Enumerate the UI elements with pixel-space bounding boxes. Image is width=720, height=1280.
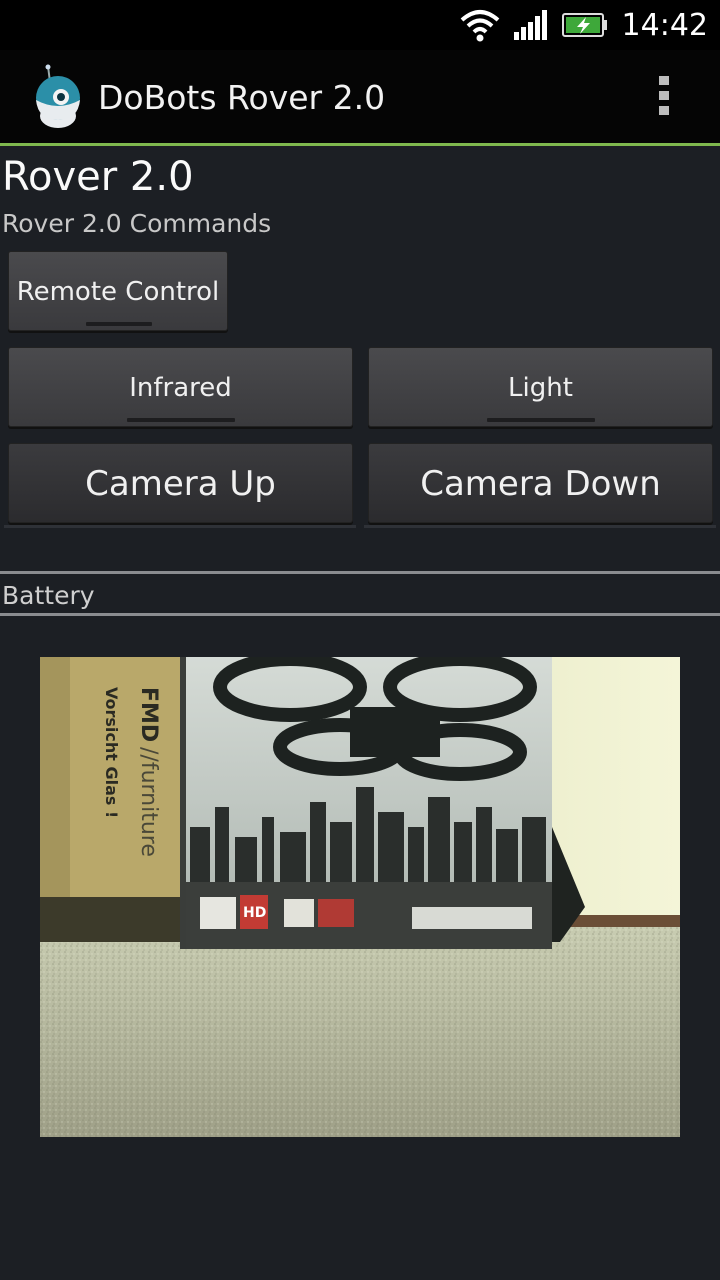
wifi-icon [460, 10, 499, 42]
page-title: Rover 2.0 [2, 154, 194, 200]
infrared-label: Infrared [129, 373, 232, 403]
camera-feed: FMD //furniture Vorsicht Glas ! HD [40, 657, 680, 1137]
page-subtitle: Rover 2.0 Commands [2, 209, 272, 238]
camera-image: FMD //furniture Vorsicht Glas ! HD [40, 657, 680, 1137]
light-toggle[interactable]: Light [368, 347, 713, 427]
overflow-menu-icon[interactable] [654, 76, 674, 120]
action-bar: DoBots Rover 2.0 [0, 50, 720, 146]
remote-control-toggle[interactable]: Remote Control [8, 251, 228, 331]
divider-bottom [0, 613, 720, 616]
infrared-toggle[interactable]: Infrared [8, 347, 353, 427]
button-shadow [364, 525, 716, 528]
battery-charging-icon [561, 13, 607, 37]
box-text-brand: //furniture [136, 747, 161, 857]
toggle-indicator [127, 418, 235, 422]
box-text-main: FMD [136, 687, 161, 742]
divider-top [0, 571, 720, 574]
status-icons: 14:42 [460, 0, 708, 50]
button-shadow [4, 525, 356, 528]
clock: 14:42 [621, 7, 708, 43]
light-label: Light [508, 373, 573, 403]
camera-down-label: Camera Down [420, 464, 661, 504]
status-bar: 14:42 [0, 0, 720, 50]
signal-icon [513, 10, 547, 40]
remote-control-label: Remote Control [16, 277, 220, 307]
toggle-indicator [487, 418, 595, 422]
box-text-warning: Vorsicht Glas ! [102, 687, 121, 818]
camera-up-button[interactable]: Camera Up [8, 443, 353, 523]
box-badge: HD [243, 905, 266, 921]
camera-up-label: Camera Up [85, 464, 276, 504]
rover-app-icon[interactable] [30, 64, 86, 130]
camera-down-button[interactable]: Camera Down [368, 443, 713, 523]
battery-label: Battery [2, 581, 95, 610]
app-title: DoBots Rover 2.0 [98, 78, 386, 117]
toggle-indicator [86, 322, 152, 326]
